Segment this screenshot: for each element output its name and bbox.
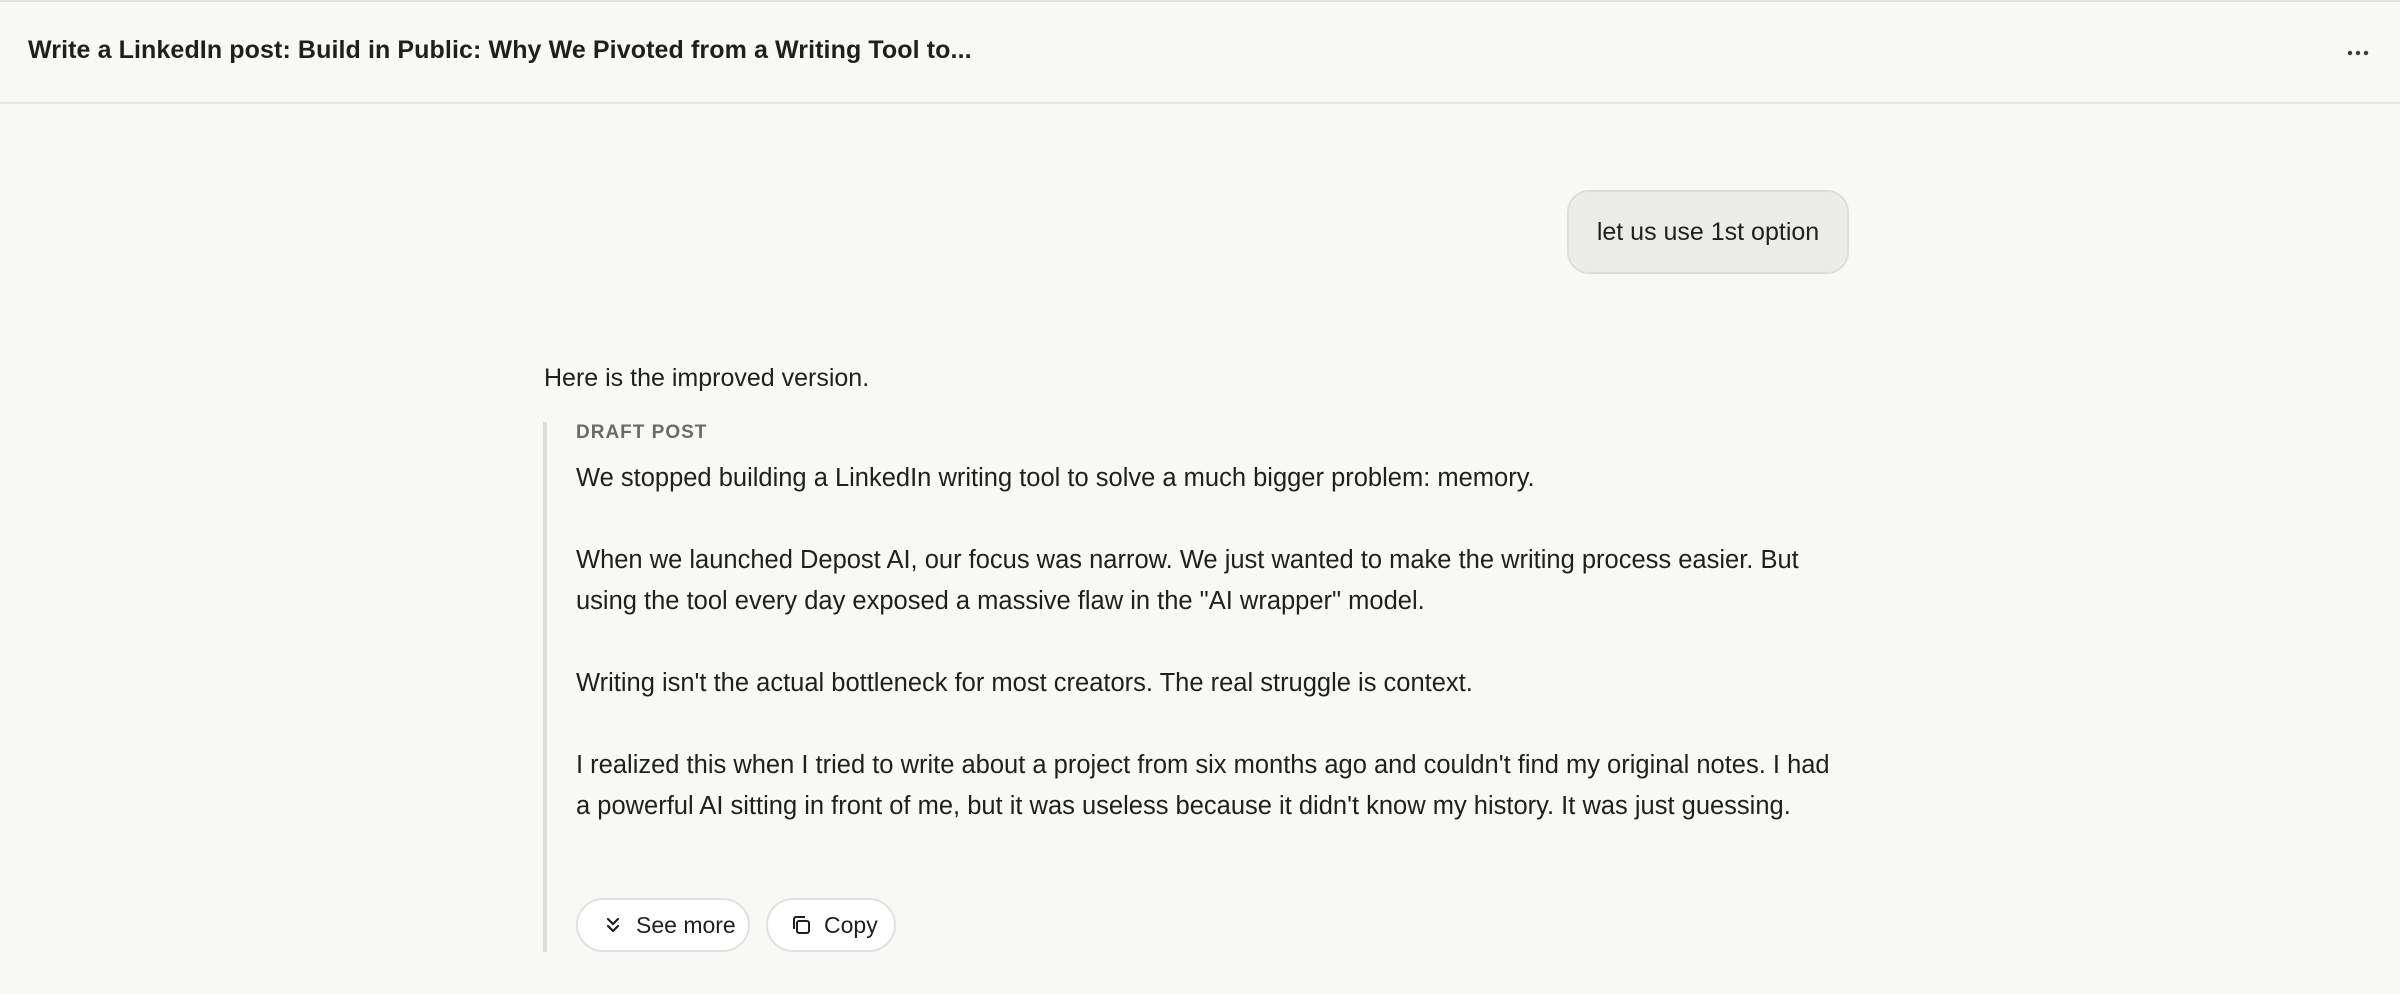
- draft-paragraph: We stopped building a LinkedIn writing t…: [576, 464, 1535, 492]
- draft-paragraph: I realized this when I tried to write ab…: [576, 751, 1830, 820]
- draft-post-body: We stopped building a LinkedIn writing t…: [576, 458, 1846, 888]
- conversation-header: Write a LinkedIn post: Build in Public: …: [0, 0, 2400, 104]
- draft-paragraph: Writing isn't the actual bottleneck for …: [576, 669, 1473, 697]
- see-more-button[interactable]: See more: [576, 898, 750, 952]
- conversation-title[interactable]: Write a LinkedIn post: Build in Public: …: [28, 36, 972, 65]
- assistant-intro-text: Here is the improved version.: [544, 364, 870, 392]
- chevrons-down-icon: [602, 914, 624, 936]
- more-options-button[interactable]: [2338, 32, 2378, 72]
- user-message-text: let us use 1st option: [1596, 217, 1820, 246]
- copy-label: Copy: [824, 911, 878, 938]
- copy-button[interactable]: Copy: [766, 898, 896, 952]
- draft-paragraph: When we launched Depost AI, our focus wa…: [576, 546, 1799, 615]
- draft-post-block: DRAFT POST We stopped building a LinkedI…: [543, 422, 1853, 952]
- draft-post-label: DRAFT POST: [576, 422, 708, 443]
- more-horizontal-icon: [2347, 43, 2369, 61]
- user-message-bubble: let us use 1st option: [1567, 190, 1849, 274]
- copy-icon: [790, 914, 812, 936]
- see-more-label: See more: [636, 911, 736, 938]
